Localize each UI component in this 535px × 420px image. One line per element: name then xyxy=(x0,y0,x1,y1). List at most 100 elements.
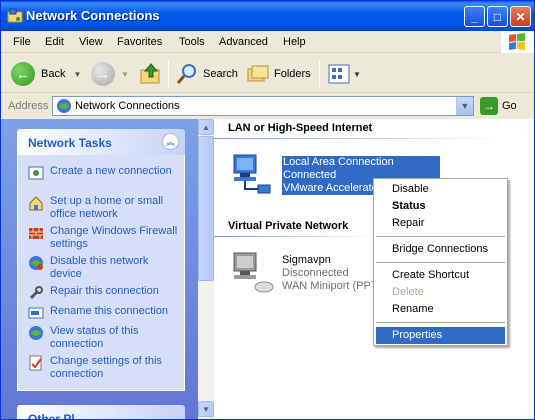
forward-dropdown-icon[interactable]: ▼ xyxy=(121,70,129,79)
new-connection-icon xyxy=(28,166,44,180)
views-icon xyxy=(328,64,350,84)
folders-icon xyxy=(247,65,269,82)
folders-label: Folders xyxy=(274,68,311,80)
windows-flag-icon xyxy=(509,33,525,50)
forward-arrow-icon: → xyxy=(91,62,115,86)
search-label: Search xyxy=(203,68,238,80)
context-separator xyxy=(376,236,505,237)
search-icon xyxy=(176,64,196,84)
context-bridge-connections[interactable]: Bridge Connections xyxy=(376,241,505,258)
back-arrow-icon: ← xyxy=(11,62,35,86)
task-view-status[interactable]: View status of this connection xyxy=(28,325,178,351)
task-pane: Network Tasks ︽ Create a new connection … xyxy=(1,119,198,420)
task-label: Rename this connection xyxy=(50,305,169,317)
explorer-window: Network Connections _ □ ✕ File Edit View… xyxy=(0,0,535,420)
status-icon xyxy=(29,326,43,340)
network-tasks-panel: Create a new connection Set up a home or… xyxy=(17,155,185,391)
task-disable-device[interactable]: Disable this network device xyxy=(28,255,178,281)
address-field[interactable]: Network Connections ▼ xyxy=(52,96,474,116)
task-firewall-settings[interactable]: Change Windows Firewall settings xyxy=(28,225,178,251)
context-status[interactable]: Status xyxy=(376,198,505,215)
address-value: Network Connections xyxy=(75,100,180,112)
menu-help[interactable]: Help xyxy=(283,36,306,48)
collapse-chevron-icon[interactable]: ︽ xyxy=(162,133,179,150)
repair-icon xyxy=(29,286,43,300)
settings-icon xyxy=(29,355,42,371)
menu-file[interactable]: File xyxy=(13,36,31,48)
vpn-connection-status: Disconnected xyxy=(282,267,349,279)
vpn-connection-text: Sigmavpn Disconnected WAN Miniport (PPT xyxy=(282,254,378,293)
task-repair-connection[interactable]: Repair this connection xyxy=(28,285,178,301)
title-bar[interactable]: Network Connections _ □ ✕ xyxy=(1,1,534,31)
window-title: Network Connections xyxy=(26,8,160,23)
lan-connection-icon xyxy=(233,154,271,194)
task-home-network[interactable]: Set up a home or small office network xyxy=(28,195,178,221)
context-disable[interactable]: Disable xyxy=(376,181,505,198)
maximize-button[interactable]: □ xyxy=(487,6,508,27)
toolbar-separator xyxy=(168,61,169,87)
close-icon: ✕ xyxy=(515,9,526,24)
vpn-connection-name: Sigmavpn xyxy=(282,254,331,266)
task-label: Repair this connection xyxy=(50,285,159,297)
menu-view[interactable]: View xyxy=(79,36,103,48)
toolbar: ← Back ▼ → ▼ Search Folders ▼ xyxy=(1,53,534,93)
group-header-vpn: Virtual Private Network xyxy=(228,220,349,232)
go-label: Go xyxy=(502,100,517,112)
maximize-icon: □ xyxy=(493,9,502,24)
views-dropdown-icon[interactable]: ▼ xyxy=(353,70,361,79)
lan-connection-name: Local Area Connection xyxy=(282,156,440,169)
task-pane-scrollbar[interactable]: ▲ ▼ xyxy=(198,119,214,419)
back-dropdown-icon[interactable]: ▼ xyxy=(73,70,81,79)
context-create-shortcut[interactable]: Create Shortcut xyxy=(376,267,505,284)
menu-advanced[interactable]: Advanced xyxy=(219,36,268,48)
scroll-thumb[interactable] xyxy=(198,136,214,281)
network-folder-icon xyxy=(7,8,23,23)
other-places-header[interactable]: Other Pl... xyxy=(17,405,185,420)
context-menu: Disable Status Repair Bridge Connections… xyxy=(373,178,508,346)
context-separator xyxy=(376,322,505,323)
vpn-connection-device: WAN Miniport (PPT xyxy=(282,280,378,292)
address-bar: Address Network Connections ▼ → Go xyxy=(1,94,534,118)
task-label: View status of this connection xyxy=(50,325,139,350)
context-properties[interactable]: Properties xyxy=(376,327,505,344)
up-folder-icon xyxy=(140,63,160,84)
rename-icon xyxy=(28,307,44,319)
network-tasks-header[interactable]: Network Tasks ︽ xyxy=(17,129,185,155)
context-repair[interactable]: Repair xyxy=(376,215,505,232)
menu-edit[interactable]: Edit xyxy=(45,36,64,48)
task-rename-connection[interactable]: Rename this connection xyxy=(28,305,178,321)
windows-logo xyxy=(501,31,534,53)
minimize-icon: _ xyxy=(471,9,478,24)
vpn-connection-icon xyxy=(233,252,274,293)
scroll-down-icon[interactable]: ▼ xyxy=(198,401,214,417)
group-divider xyxy=(214,138,504,139)
search-button[interactable]: Search xyxy=(175,61,238,87)
menu-tools[interactable]: Tools xyxy=(179,36,205,48)
group-header-lan: LAN or High-Speed Internet xyxy=(228,122,373,134)
menu-bar: File Edit View Favorites Tools Advanced … xyxy=(1,31,534,53)
scroll-up-icon[interactable]: ▲ xyxy=(198,119,214,135)
address-dropdown-icon[interactable]: ▼ xyxy=(456,97,473,115)
task-label: Set up a home or small office network xyxy=(50,195,164,220)
forward-button[interactable]: → ▼ xyxy=(91,61,129,87)
group-divider xyxy=(214,236,374,237)
close-button[interactable]: ✕ xyxy=(510,6,531,27)
context-delete[interactable]: Delete xyxy=(376,284,505,301)
context-rename[interactable]: Rename xyxy=(376,301,505,318)
minimize-button[interactable]: _ xyxy=(464,6,485,27)
task-label: Change settings of this connection xyxy=(50,355,162,380)
other-places-title: Other Pl... xyxy=(28,412,85,420)
network-tasks-title: Network Tasks xyxy=(28,136,112,150)
toolbar-separator xyxy=(319,61,320,87)
back-button[interactable]: ← Back ▼ xyxy=(11,61,81,87)
go-button[interactable]: → Go xyxy=(480,97,517,115)
menu-favorites[interactable]: Favorites xyxy=(117,36,162,48)
task-change-settings[interactable]: Change settings of this connection xyxy=(28,355,178,381)
folders-button[interactable]: Folders xyxy=(246,61,311,87)
back-label: Back xyxy=(41,68,66,80)
address-label: Address xyxy=(8,100,49,112)
up-folder-button[interactable] xyxy=(139,61,163,87)
task-create-connection[interactable]: Create a new connection xyxy=(28,165,178,181)
network-connections-icon xyxy=(57,99,71,113)
views-button[interactable]: ▼ xyxy=(327,61,361,87)
